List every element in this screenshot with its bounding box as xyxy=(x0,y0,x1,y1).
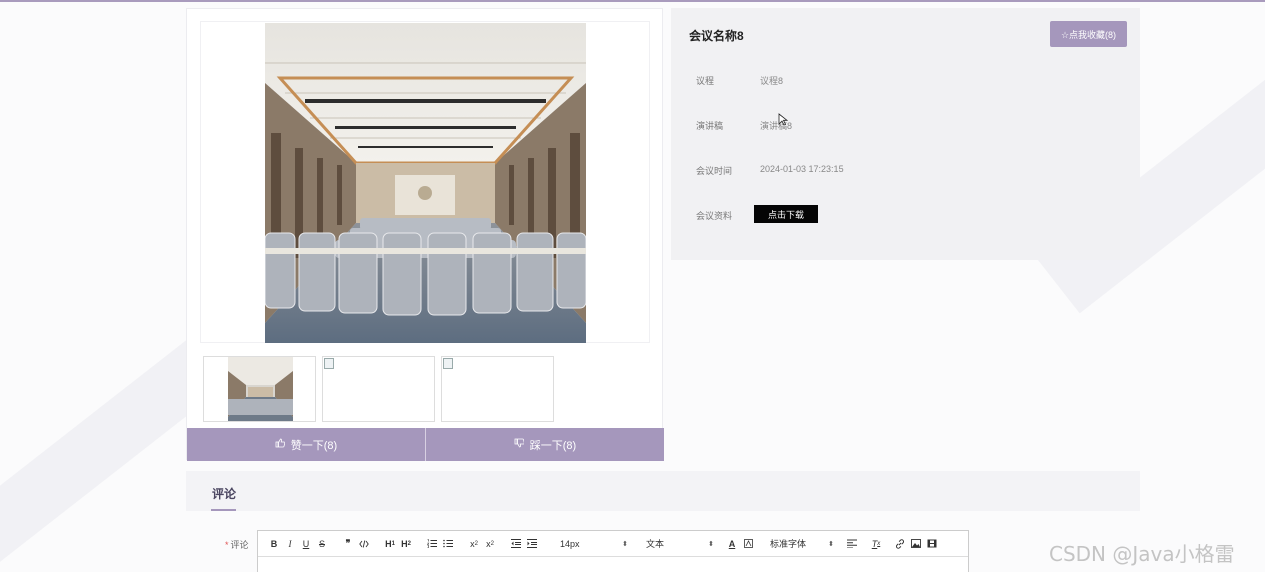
image-icon[interactable] xyxy=(908,536,924,552)
dislike-button[interactable]: 踩一下(8) xyxy=(425,428,664,461)
comment-tab-bar: 评论 xyxy=(186,471,1140,511)
watermark-text: CSDN @Java小格雷 xyxy=(1049,542,1235,566)
toolbar-spacer xyxy=(414,536,424,552)
thumbnail-2[interactable] xyxy=(322,356,435,422)
chevron-updown-icon: ⬍ xyxy=(708,540,714,548)
thumbnail-1[interactable] xyxy=(203,356,316,422)
toolbar-spacer xyxy=(456,536,466,552)
meeting-info-panel: 会议名称8 ☆点我收藏(8) 议程 议程8 演讲稿 演讲稿8 会议时间 2024… xyxy=(671,8,1140,260)
toolbar-spacer xyxy=(330,536,340,552)
toolbar-spacer xyxy=(498,536,508,552)
font-size-value: 14px xyxy=(560,538,580,549)
mouse-cursor-icon xyxy=(778,113,789,132)
outdent-icon[interactable] xyxy=(508,536,524,552)
header-select[interactable]: 文本 ⬍ xyxy=(640,536,720,552)
background-color-icon[interactable] xyxy=(740,536,756,552)
vote-bar: 赞一下(8) 踩一下(8) xyxy=(187,428,664,461)
meeting-time-value: 2024-01-03 17:23:15 xyxy=(760,164,844,174)
comment-field-label: * 评论 xyxy=(225,538,249,551)
main-image-frame xyxy=(200,21,650,343)
subscript-icon[interactable]: x2 xyxy=(466,536,482,552)
broken-image-icon xyxy=(324,358,334,369)
active-tab-indicator xyxy=(211,509,236,511)
download-button[interactable]: 点击下载 xyxy=(754,205,818,223)
header-value: 文本 xyxy=(646,539,665,549)
bullet-list-icon[interactable] xyxy=(440,536,456,552)
indent-icon[interactable] xyxy=(524,536,540,552)
speech-label: 演讲稿 xyxy=(696,121,724,131)
dislike-label: 踩一下(8) xyxy=(529,439,577,452)
comment-label-text: 评论 xyxy=(230,540,249,550)
superscript-icon[interactable]: x2 xyxy=(482,536,498,552)
tab-comments[interactable]: 评论 xyxy=(212,485,236,502)
top-accent-line xyxy=(0,0,1265,2)
link-icon[interactable] xyxy=(892,536,908,552)
header-2-icon[interactable]: H2 xyxy=(398,536,414,552)
italic-icon[interactable]: I xyxy=(282,536,298,552)
clear-format-icon[interactable]: Tx xyxy=(868,536,884,552)
like-label: 赞一下(8) xyxy=(290,439,338,452)
comment-editor: B I U S ❞ H1 H2 x2 x2 14px ⬍ 文本 ⬍ A 标准字体… xyxy=(257,530,969,572)
video-icon[interactable] xyxy=(924,536,940,552)
agenda-label: 议程 xyxy=(696,76,715,86)
meeting-title: 会议名称8 xyxy=(689,29,744,43)
code-block-icon[interactable] xyxy=(356,536,372,552)
meeting-time-label: 会议时间 xyxy=(696,166,733,176)
font-family-value: 标准字体 xyxy=(770,539,807,549)
font-size-select[interactable]: 14px ⬍ xyxy=(554,536,634,552)
like-button[interactable]: 赞一下(8) xyxy=(187,428,425,461)
materials-label: 会议资料 xyxy=(696,211,733,221)
editor-toolbar: B I U S ❞ H1 H2 x2 x2 14px ⬍ 文本 ⬍ A 标准字体… xyxy=(258,531,968,557)
ordered-list-icon[interactable] xyxy=(424,536,440,552)
underline-icon[interactable]: U xyxy=(298,536,314,552)
thumbs-down-icon xyxy=(514,438,525,451)
chevron-updown-icon: ⬍ xyxy=(622,540,628,548)
agenda-value: 议程8 xyxy=(760,76,784,86)
conference-hall-image xyxy=(265,23,586,343)
thumbnail-hall-image xyxy=(228,357,293,421)
bold-icon[interactable]: B xyxy=(266,536,282,552)
toolbar-spacer xyxy=(372,536,382,552)
font-family-select[interactable]: 标准字体 ⬍ xyxy=(764,536,840,552)
font-color-icon[interactable]: A xyxy=(724,536,740,552)
blockquote-icon[interactable]: ❞ xyxy=(340,536,356,552)
chevron-updown-icon: ⬍ xyxy=(828,540,834,548)
required-mark: * xyxy=(225,540,229,550)
thumbs-up-icon xyxy=(275,438,285,451)
thumbnail-3[interactable] xyxy=(441,356,554,422)
image-gallery: 赞一下(8) 踩一下(8) xyxy=(186,8,664,461)
align-icon[interactable] xyxy=(844,536,860,552)
strike-icon[interactable]: S xyxy=(314,536,330,552)
broken-image-icon xyxy=(443,358,453,369)
favorite-button[interactable]: ☆点我收藏(8) xyxy=(1050,21,1127,47)
header-1-icon[interactable]: H1 xyxy=(382,536,398,552)
